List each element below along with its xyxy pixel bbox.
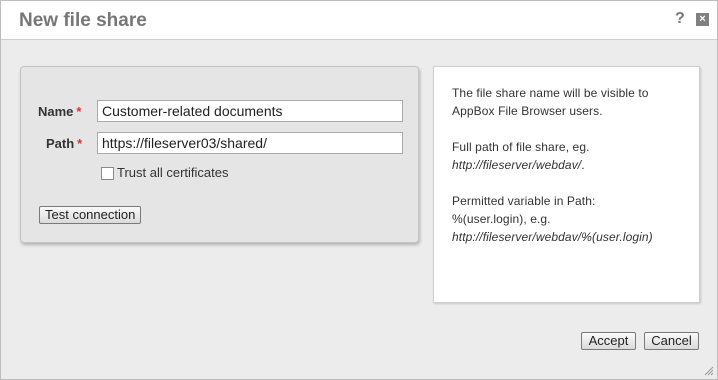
name-label-text: Name <box>38 104 74 119</box>
name-field-label: Name * <box>38 104 81 119</box>
new-file-share-dialog: New file share ? × Name* Path* Trust all… <box>0 0 718 380</box>
help-text-line: http://fileserver/webdav/. <box>452 158 585 172</box>
help-text-line: AppBox File Browser users. <box>452 104 603 118</box>
help-text-line: %(user.login), e.g. <box>452 212 551 226</box>
example-url-suffix: . <box>581 158 585 172</box>
form-panel: Name* Path* Trust all certificates Test … <box>20 66 419 243</box>
dialog-titlebar: New file share ? × <box>1 1 717 40</box>
required-marker: * <box>76 104 82 119</box>
resize-grip-icon[interactable] <box>704 366 714 376</box>
example-variable-url: http://fileserver/webdav/%(user.login) <box>452 230 653 244</box>
help-text-line: Permitted variable in Path: <box>452 194 596 208</box>
help-text-line: Full path of file share, eg. <box>452 140 590 154</box>
path-field-label: Path * <box>46 136 82 151</box>
required-marker: * <box>77 136 83 151</box>
help-icon[interactable]: ? <box>675 10 685 28</box>
accept-button[interactable]: Accept <box>581 332 636 350</box>
help-panel: The file share name will be visible to A… <box>433 66 700 303</box>
name-input[interactable] <box>97 100 403 122</box>
path-input[interactable] <box>97 132 403 154</box>
example-url: http://fileserver/webdav/ <box>452 158 582 172</box>
test-connection-button[interactable]: Test connection <box>39 206 142 224</box>
dialog-title: New file share <box>19 10 147 31</box>
cancel-button[interactable]: Cancel <box>644 332 699 350</box>
trust-certificates-label[interactable]: Trust all certificates <box>117 165 229 180</box>
trust-certificates-checkbox[interactable] <box>101 167 114 180</box>
help-text-line: The file share name will be visible to <box>452 86 649 100</box>
path-label-text: Path <box>46 136 75 151</box>
close-icon[interactable]: × <box>696 13 709 26</box>
